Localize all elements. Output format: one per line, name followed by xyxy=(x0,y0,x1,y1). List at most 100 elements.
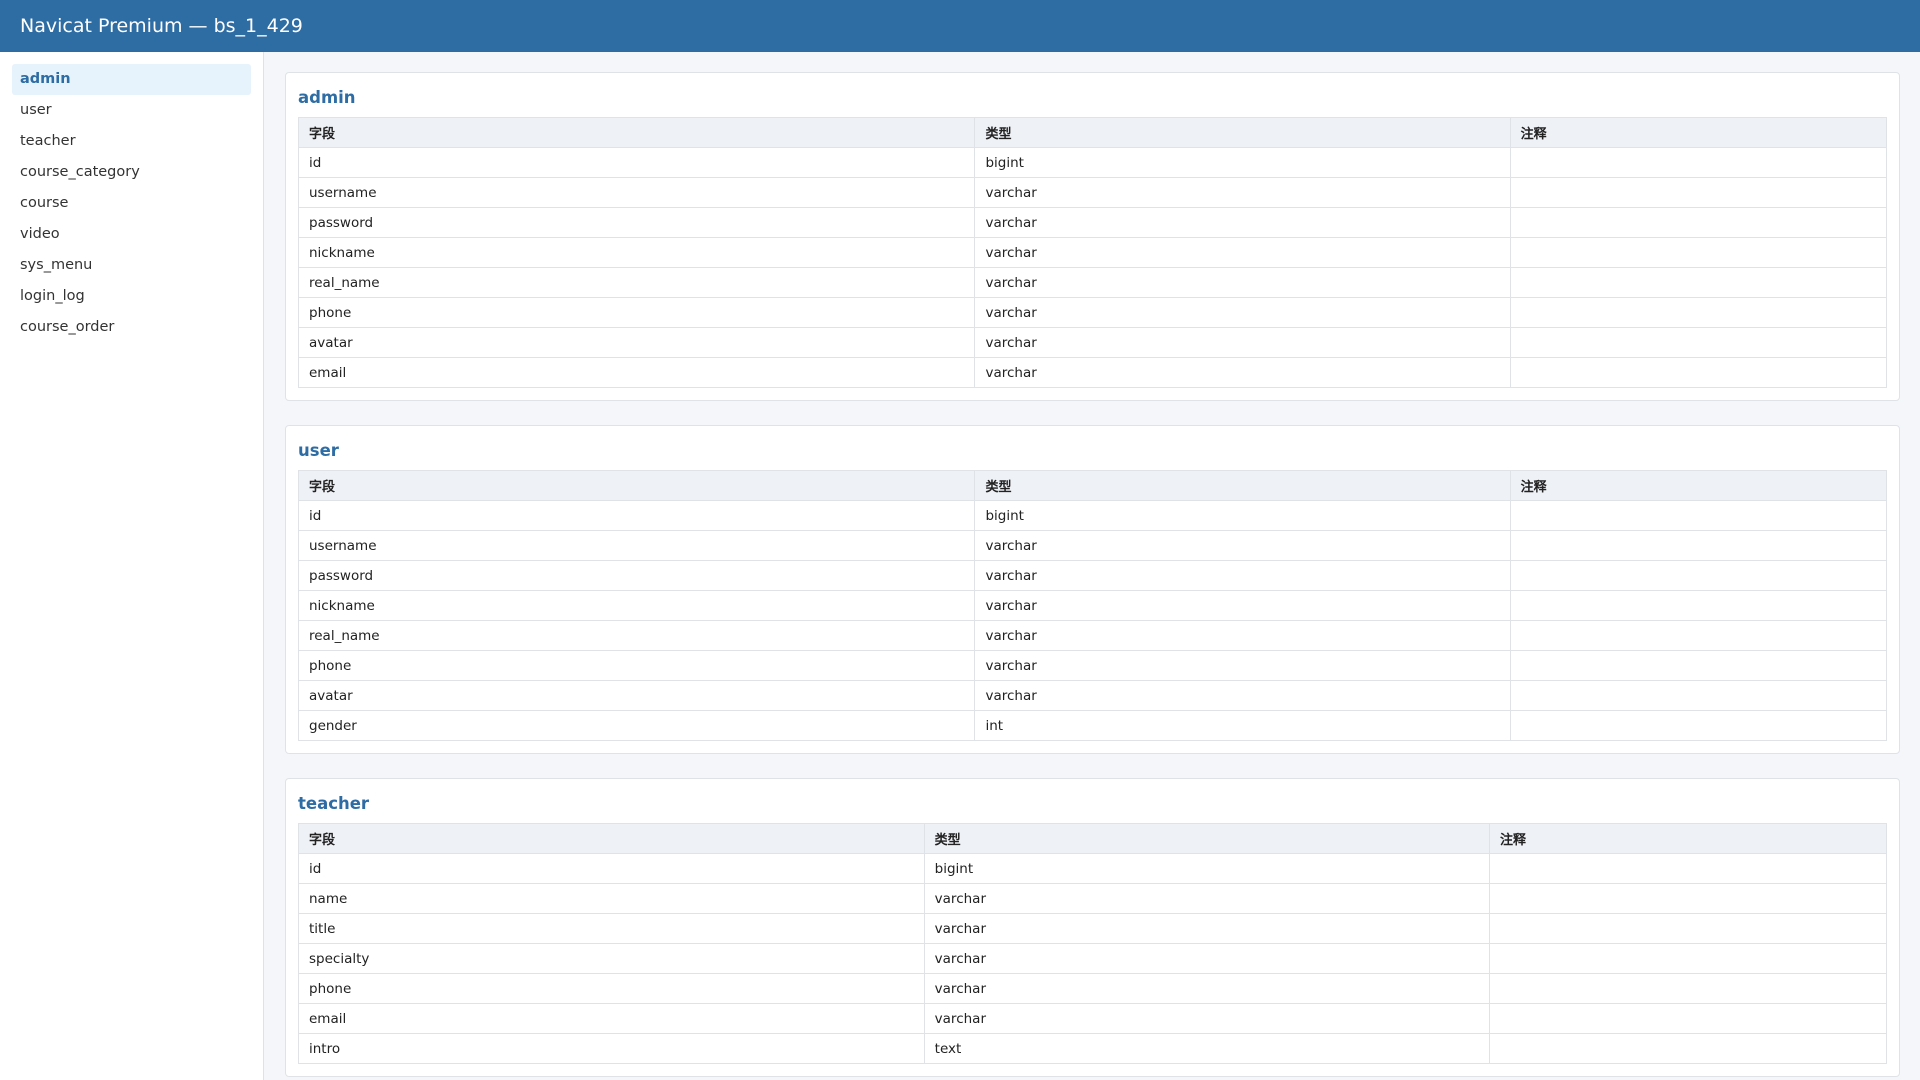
table-cell: email xyxy=(297,357,976,388)
table-cell: username xyxy=(297,530,976,561)
table-cell: varchar xyxy=(974,177,1511,208)
table-cell: varchar xyxy=(974,327,1511,358)
table-cell xyxy=(1488,883,1888,914)
table-cell: phone xyxy=(298,973,925,1004)
table-cell: text xyxy=(923,1033,1490,1064)
header-row: 字段 类型 注释 xyxy=(297,117,1888,148)
schema-table: 字段 类型 注释 id bigint username varchar password var… xyxy=(297,470,1888,741)
column-header: 类型 xyxy=(974,117,1511,148)
table-cell: nickname xyxy=(297,237,976,268)
table-cell xyxy=(1488,853,1888,884)
table-row: specialty varchar xyxy=(298,943,1888,974)
table-cell: varchar xyxy=(923,913,1490,944)
table-cell: real_name xyxy=(297,267,976,298)
table-cell: varchar xyxy=(974,680,1511,711)
table-cell: id xyxy=(297,147,976,178)
table-row: id bigint xyxy=(297,500,1888,531)
table-row: password varchar xyxy=(297,560,1888,591)
table-cell: varchar xyxy=(974,590,1511,621)
table-cell: phone xyxy=(297,650,976,681)
sidebar-item-course[interactable]: course xyxy=(12,188,251,219)
table-cell: phone xyxy=(297,297,976,328)
column-header: 字段 xyxy=(297,470,976,501)
table-cell xyxy=(1509,207,1888,238)
table-cell xyxy=(1509,650,1888,681)
table-cell: password xyxy=(297,207,976,238)
table-row: phone varchar xyxy=(297,297,1888,328)
sidebar-item-user[interactable]: user xyxy=(12,95,251,126)
column-header: 注释 xyxy=(1488,823,1888,854)
table-row: avatar varchar xyxy=(297,680,1888,711)
table-cell xyxy=(1509,590,1888,621)
table-row: real_name varchar xyxy=(297,267,1888,298)
sidebar-item-sys-menu[interactable]: sys_menu xyxy=(12,250,251,281)
table-cell xyxy=(1509,560,1888,591)
table-cell: title xyxy=(298,913,925,944)
table-cell: real_name xyxy=(297,620,976,651)
table-cell: id xyxy=(297,500,976,531)
table-cell: varchar xyxy=(923,973,1490,1004)
table-row: phone varchar xyxy=(298,973,1888,1004)
table-row: password varchar xyxy=(297,207,1888,238)
column-header: 注释 xyxy=(1509,117,1888,148)
table-title: teacher xyxy=(298,794,370,813)
table-cell xyxy=(1509,500,1888,531)
window-title: Navicat Premium — bs_1_429 xyxy=(20,15,303,37)
sidebar: admin user teacher course_category course vid… xyxy=(0,52,264,1080)
table-row: intro text xyxy=(298,1033,1888,1064)
table-cell: nickname xyxy=(297,590,976,621)
table-card-user: user 字段 类型 注释 id bigint username varchar passwor… xyxy=(285,425,1900,754)
table-row: id bigint xyxy=(298,853,1888,884)
sidebar-item-admin[interactable]: admin xyxy=(12,64,251,95)
table-cell xyxy=(1488,973,1888,1004)
table-cell xyxy=(1509,147,1888,178)
table-row: gender int xyxy=(297,710,1888,741)
table-cell xyxy=(1488,943,1888,974)
table-cell xyxy=(1488,1003,1888,1034)
sidebar-item-course-order[interactable]: course_order xyxy=(12,312,251,343)
table-cell: varchar xyxy=(974,207,1511,238)
table-card-teacher: teacher 字段 类型 注释 id bigint name varchar title var… xyxy=(285,778,1900,1077)
table-title: user xyxy=(298,441,339,460)
schema-table: 字段 类型 注释 id bigint name varchar title varchar spe… xyxy=(298,823,1888,1064)
table-cell: bigint xyxy=(923,853,1490,884)
column-header: 字段 xyxy=(298,823,925,854)
table-cell: bigint xyxy=(974,500,1511,531)
tables-container: admin 字段 类型 注释 id bigint username varchar passwo… xyxy=(285,72,1900,1077)
table-cell xyxy=(1509,357,1888,388)
column-header: 类型 xyxy=(974,470,1511,501)
table-row: email varchar xyxy=(297,357,1888,388)
table-row: phone varchar xyxy=(297,650,1888,681)
table-row: username varchar xyxy=(297,177,1888,208)
table-cell: specialty xyxy=(298,943,925,974)
table-row: nickname varchar xyxy=(297,590,1888,621)
table-title: admin xyxy=(298,88,356,107)
table-cell: id xyxy=(298,853,925,884)
column-header: 注释 xyxy=(1509,470,1888,501)
table-cell: avatar xyxy=(297,327,976,358)
sidebar-item-teacher[interactable]: teacher xyxy=(12,126,251,157)
table-cell: varchar xyxy=(974,530,1511,561)
table-row: nickname varchar xyxy=(297,237,1888,268)
table-cell: varchar xyxy=(923,1003,1490,1034)
table-cell xyxy=(1488,913,1888,944)
table-cell: avatar xyxy=(297,680,976,711)
sidebar-item-video[interactable]: video xyxy=(12,219,251,250)
table-cell xyxy=(1509,297,1888,328)
table-cell: username xyxy=(297,177,976,208)
header-row: 字段 类型 注释 xyxy=(298,823,1888,854)
table-row: real_name varchar xyxy=(297,620,1888,651)
table-row: avatar varchar xyxy=(297,327,1888,358)
table-cell xyxy=(1509,237,1888,268)
table-row: username varchar xyxy=(297,530,1888,561)
main-content: admin 字段 类型 注释 id bigint username varchar passwo… xyxy=(265,52,1920,1080)
table-cell: intro xyxy=(298,1033,925,1064)
table-row: id bigint xyxy=(297,147,1888,178)
schema-table: 字段 类型 注释 id bigint username varchar password var… xyxy=(297,117,1888,388)
table-cell: varchar xyxy=(974,620,1511,651)
table-cell: varchar xyxy=(974,267,1511,298)
sidebar-item-login-log[interactable]: login_log xyxy=(12,281,251,312)
table-cell: varchar xyxy=(974,560,1511,591)
sidebar-item-course-category[interactable]: course_category xyxy=(12,157,251,188)
table-cell: varchar xyxy=(923,943,1490,974)
